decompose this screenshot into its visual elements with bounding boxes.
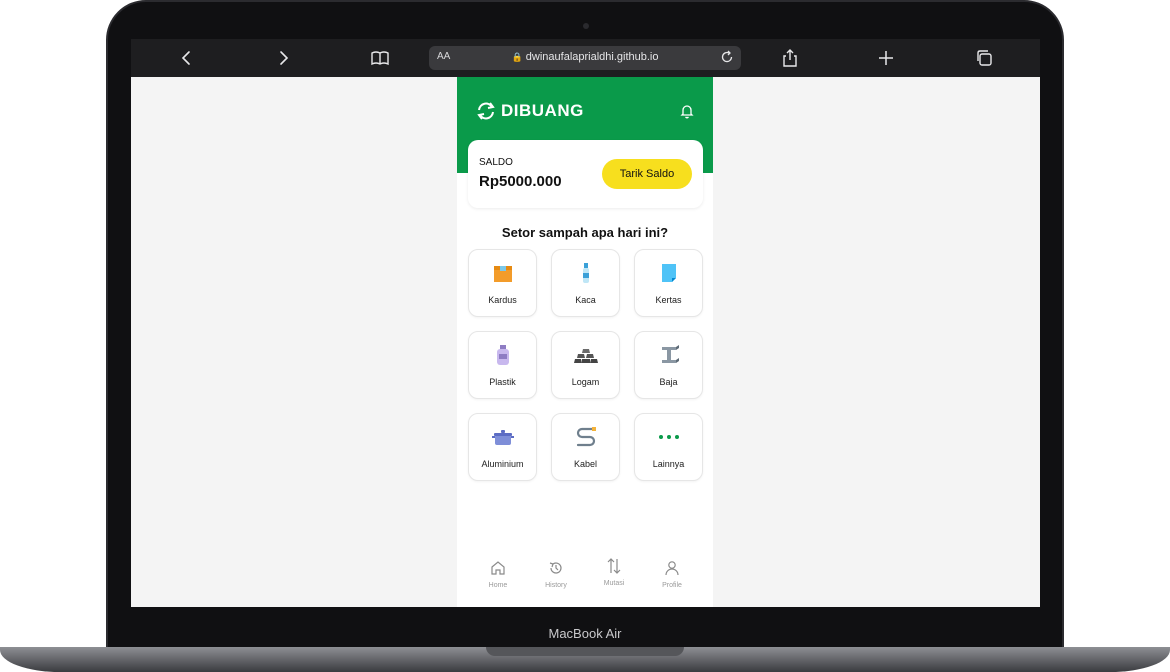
url-text: dwinaufalaprialdhi.github.io bbox=[525, 51, 659, 63]
brand-name: DIBUANG bbox=[501, 101, 584, 120]
paper-icon bbox=[662, 264, 676, 282]
share-icon[interactable] bbox=[779, 47, 801, 69]
mobile-app: DIBUANG SALDO Rp5000.000 Tarik Saldo Set… bbox=[457, 77, 713, 607]
new-tab-icon[interactable] bbox=[875, 47, 897, 69]
plastic-bottle-icon bbox=[497, 345, 509, 365]
category-baja[interactable]: Baja bbox=[634, 331, 703, 399]
lock-icon: 🔒 bbox=[511, 52, 523, 62]
more-dots-icon bbox=[659, 435, 679, 439]
category-plastik[interactable]: Plastik bbox=[468, 331, 537, 399]
saldo-card: SALDO Rp5000.000 Tarik Saldo bbox=[468, 140, 703, 208]
saldo-label: SALDO bbox=[479, 157, 513, 168]
address-bar[interactable]: AA 🔒 dwinaufalaprialdhi.github.io bbox=[429, 46, 741, 70]
tabs-overview-icon[interactable] bbox=[973, 47, 995, 69]
transfer-arrows-icon bbox=[607, 558, 621, 574]
bookmarks-icon[interactable] bbox=[369, 47, 391, 69]
nav-home[interactable]: Home bbox=[469, 557, 527, 607]
screen: AA 🔒 dwinaufalaprialdhi.github.io DIBUAN… bbox=[131, 39, 1040, 607]
user-icon bbox=[665, 561, 679, 576]
category-lainnya[interactable]: Lainnya bbox=[634, 413, 703, 481]
forward-icon[interactable] bbox=[272, 47, 294, 69]
device-label: MacBook Air bbox=[548, 626, 622, 641]
category-kertas[interactable]: Kertas bbox=[634, 249, 703, 317]
saldo-value: Rp5000.000 bbox=[479, 173, 562, 190]
laptop-mockup: AA 🔒 dwinaufalaprialdhi.github.io DIBUAN… bbox=[0, 0, 1170, 672]
category-kabel[interactable]: Kabel bbox=[551, 413, 620, 481]
box-icon bbox=[494, 266, 512, 282]
home-icon bbox=[491, 561, 505, 575]
laptop-notch bbox=[486, 647, 684, 656]
bell-icon[interactable] bbox=[679, 103, 695, 119]
category-kaca[interactable]: Kaca bbox=[551, 249, 620, 317]
category-kardus[interactable]: Kardus bbox=[468, 249, 537, 317]
metal-bars-icon bbox=[574, 349, 598, 363]
browser-toolbar: AA 🔒 dwinaufalaprialdhi.github.io bbox=[131, 39, 1040, 77]
history-icon bbox=[549, 562, 562, 574]
category-logam[interactable]: Logam bbox=[551, 331, 620, 399]
nav-history[interactable]: History bbox=[527, 557, 585, 607]
camera-icon bbox=[583, 23, 589, 29]
brand-logo[interactable]: DIBUANG bbox=[475, 101, 584, 121]
bottom-nav: Home History Mutasi Profile bbox=[457, 557, 713, 607]
section-title: Setor sampah apa hari ini? bbox=[501, 225, 669, 240]
reload-icon[interactable] bbox=[719, 49, 735, 65]
recycle-icon bbox=[477, 102, 495, 120]
steel-beam-icon bbox=[662, 345, 679, 363]
pot-icon bbox=[492, 430, 514, 445]
glass-bottle-icon bbox=[583, 263, 589, 283]
category-aluminium[interactable]: Aluminium bbox=[468, 413, 537, 481]
cable-icon bbox=[576, 427, 596, 447]
tarik-saldo-button[interactable]: Tarik Saldo bbox=[602, 159, 692, 189]
back-icon[interactable] bbox=[176, 47, 198, 69]
nav-profile[interactable]: Profile bbox=[643, 557, 701, 607]
nav-mutasi[interactable]: Mutasi bbox=[585, 557, 643, 607]
